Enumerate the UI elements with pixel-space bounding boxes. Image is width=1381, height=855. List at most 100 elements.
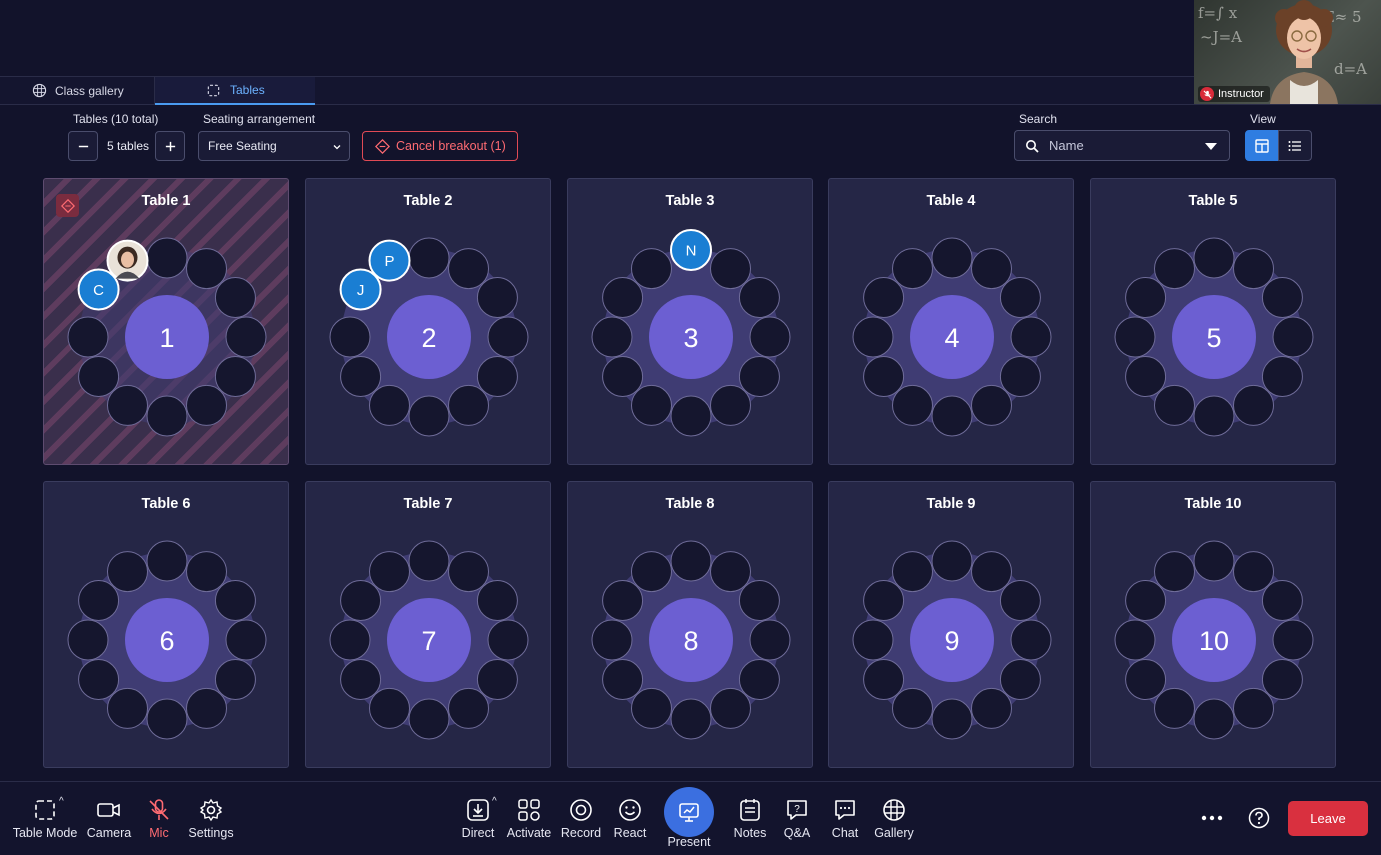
- empty-seat[interactable]: [971, 248, 1012, 290]
- empty-seat[interactable]: [670, 698, 712, 740]
- participant-photo-avatar[interactable]: [106, 239, 149, 282]
- empty-seat[interactable]: [1125, 277, 1167, 318]
- empty-seat[interactable]: [225, 619, 267, 661]
- empty-seat[interactable]: [631, 384, 672, 426]
- empty-seat[interactable]: [340, 659, 382, 700]
- empty-seat[interactable]: [602, 659, 644, 700]
- empty-seat[interactable]: [999, 356, 1041, 397]
- empty-seat[interactable]: [448, 248, 489, 290]
- empty-seat[interactable]: [487, 316, 529, 358]
- settings-button[interactable]: Settings: [186, 782, 236, 855]
- empty-seat[interactable]: [863, 356, 905, 397]
- empty-seat[interactable]: [487, 619, 529, 661]
- empty-seat[interactable]: [78, 659, 120, 700]
- table-card[interactable]: Table 99: [828, 481, 1074, 768]
- table-card[interactable]: Table 33N: [567, 178, 813, 465]
- table-card[interactable]: Table 22JP: [305, 178, 551, 465]
- gallery-button[interactable]: Gallery: [872, 782, 916, 855]
- present-button[interactable]: [664, 787, 714, 837]
- empty-seat[interactable]: [1125, 356, 1167, 397]
- empty-seat[interactable]: [1114, 316, 1156, 358]
- cancel-breakout-button[interactable]: Cancel breakout (1): [362, 131, 518, 161]
- tab-tables[interactable]: Tables: [155, 77, 315, 105]
- empty-seat[interactable]: [1193, 237, 1235, 279]
- participant-avatar[interactable]: C: [77, 268, 120, 311]
- empty-seat[interactable]: [591, 619, 633, 661]
- empty-seat[interactable]: [1154, 687, 1195, 729]
- empty-seat[interactable]: [892, 687, 933, 729]
- empty-seat[interactable]: [999, 277, 1041, 318]
- leave-button[interactable]: Leave: [1288, 801, 1368, 836]
- empty-seat[interactable]: [1154, 551, 1195, 593]
- table-card[interactable]: Table 77: [305, 481, 551, 768]
- empty-seat[interactable]: [1272, 316, 1314, 358]
- empty-seat[interactable]: [1193, 698, 1235, 740]
- empty-seat[interactable]: [670, 540, 712, 582]
- empty-seat[interactable]: [999, 659, 1041, 700]
- record-button[interactable]: Record: [560, 782, 602, 855]
- empty-seat[interactable]: [971, 551, 1012, 593]
- participant-avatar[interactable]: N: [670, 229, 712, 271]
- table-card[interactable]: Table 10 10: [1090, 481, 1336, 768]
- empty-seat[interactable]: [931, 698, 973, 740]
- empty-seat[interactable]: [78, 580, 120, 621]
- empty-seat[interactable]: [1154, 248, 1195, 290]
- table-card[interactable]: Table 88: [567, 481, 813, 768]
- help-button[interactable]: [1247, 806, 1271, 830]
- empty-seat[interactable]: [738, 277, 780, 318]
- empty-seat[interactable]: [107, 551, 148, 593]
- empty-seat[interactable]: [931, 395, 973, 437]
- empty-seat[interactable]: [863, 659, 905, 700]
- table-card[interactable]: Table 66: [43, 481, 289, 768]
- camera-button[interactable]: Camera: [87, 782, 131, 855]
- empty-seat[interactable]: [408, 540, 450, 582]
- empty-seat[interactable]: [738, 659, 780, 700]
- notes-button[interactable]: Notes: [730, 782, 770, 855]
- more-options-button[interactable]: [1198, 808, 1226, 828]
- empty-seat[interactable]: [602, 277, 644, 318]
- empty-seat[interactable]: [67, 619, 109, 661]
- empty-seat[interactable]: [1125, 580, 1167, 621]
- view-list-button[interactable]: [1278, 130, 1312, 161]
- empty-seat[interactable]: [1010, 619, 1052, 661]
- empty-seat[interactable]: [476, 659, 518, 700]
- empty-seat[interactable]: [186, 384, 227, 426]
- empty-seat[interactable]: [863, 580, 905, 621]
- empty-seat[interactable]: [214, 659, 256, 700]
- empty-seat[interactable]: [408, 698, 450, 740]
- table-card[interactable]: Table 55: [1090, 178, 1336, 465]
- empty-seat[interactable]: [146, 698, 188, 740]
- empty-seat[interactable]: [999, 580, 1041, 621]
- instructor-video[interactable]: f=∫ x ~J=A Σ≈ 5 d=A Instructor: [1194, 0, 1381, 104]
- empty-seat[interactable]: [1233, 551, 1274, 593]
- empty-seat[interactable]: [214, 356, 256, 397]
- empty-seat[interactable]: [892, 248, 933, 290]
- empty-seat[interactable]: [186, 687, 227, 729]
- empty-seat[interactable]: [1010, 316, 1052, 358]
- empty-seat[interactable]: [107, 687, 148, 729]
- table-mode-button[interactable]: Table Mode: [8, 782, 82, 855]
- empty-seat[interactable]: [476, 356, 518, 397]
- empty-seat[interactable]: [1261, 277, 1303, 318]
- participant-avatar[interactable]: P: [368, 239, 411, 282]
- empty-seat[interactable]: [738, 356, 780, 397]
- empty-seat[interactable]: [631, 248, 672, 290]
- increase-tables-button[interactable]: [155, 131, 185, 161]
- empty-seat[interactable]: [448, 551, 489, 593]
- empty-seat[interactable]: [214, 277, 256, 318]
- table-card[interactable]: Table 11C: [43, 178, 289, 465]
- decrease-tables-button[interactable]: [68, 131, 98, 161]
- chat-button[interactable]: Chat: [826, 782, 864, 855]
- mic-button[interactable]: Mic: [140, 782, 178, 855]
- empty-seat[interactable]: [591, 316, 633, 358]
- empty-seat[interactable]: [670, 395, 712, 437]
- empty-seat[interactable]: [710, 551, 751, 593]
- empty-seat[interactable]: [931, 540, 973, 582]
- search-select[interactable]: Name: [1014, 130, 1230, 161]
- empty-seat[interactable]: [186, 248, 227, 290]
- empty-seat[interactable]: [852, 316, 894, 358]
- direct-button[interactable]: Direct: [458, 782, 498, 855]
- empty-seat[interactable]: [710, 687, 751, 729]
- table-card[interactable]: Table 44: [828, 178, 1074, 465]
- empty-seat[interactable]: [892, 384, 933, 426]
